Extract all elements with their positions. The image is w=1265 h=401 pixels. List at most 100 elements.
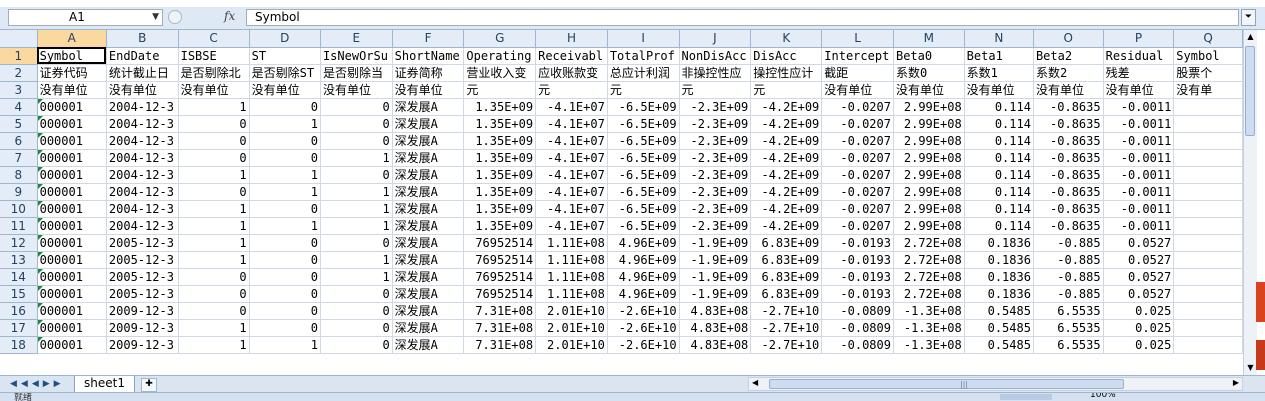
- cancel-circle-icon[interactable]: [168, 10, 182, 24]
- cell[interactable]: -4.2E+09: [750, 183, 823, 201]
- cell[interactable]: [1173, 251, 1243, 269]
- cell[interactable]: 没有单位: [320, 81, 393, 99]
- scroll-right-icon[interactable]: ▶: [1233, 378, 1239, 387]
- cell[interactable]: 0: [320, 166, 393, 184]
- cell[interactable]: -4.2E+09: [750, 217, 823, 235]
- cell[interactable]: 统计截止日: [106, 64, 179, 82]
- cell[interactable]: IsNewOrSu: [320, 47, 393, 65]
- cell[interactable]: -1.3E+08: [893, 302, 965, 320]
- cell[interactable]: 1.35E+09: [463, 132, 537, 150]
- cell[interactable]: -0.0011: [1103, 132, 1175, 150]
- cell[interactable]: 0: [249, 319, 321, 337]
- cell[interactable]: 000001: [37, 183, 107, 201]
- row-header[interactable]: 2: [0, 64, 38, 82]
- cell[interactable]: 000001: [37, 166, 107, 184]
- column-header-l[interactable]: L: [821, 30, 894, 48]
- cell[interactable]: 7.31E+08: [463, 336, 537, 354]
- cell[interactable]: 0.114: [964, 200, 1034, 218]
- cell[interactable]: 0.114: [964, 166, 1034, 184]
- cell[interactable]: 6.5535: [1033, 302, 1104, 320]
- cell[interactable]: DisAcc: [750, 47, 823, 65]
- cell[interactable]: -2.6E+10: [607, 336, 680, 354]
- cell[interactable]: 没有单位: [392, 81, 465, 99]
- cell[interactable]: 2004-12-3: [106, 200, 179, 218]
- cell[interactable]: [1173, 132, 1243, 150]
- row-header[interactable]: 1: [0, 47, 38, 65]
- column-header-p[interactable]: P: [1103, 30, 1175, 48]
- cell[interactable]: 1.35E+09: [463, 166, 537, 184]
- row-header[interactable]: 13: [0, 251, 38, 269]
- cell[interactable]: 0: [320, 115, 393, 133]
- cell[interactable]: 深发展A: [392, 98, 465, 116]
- cell[interactable]: Beta2: [1033, 47, 1104, 65]
- cell[interactable]: 证券代码: [37, 64, 107, 82]
- cell[interactable]: [1173, 302, 1243, 320]
- tab-sheet1[interactable]: sheet1: [74, 376, 135, 393]
- cell[interactable]: -4.1E+07: [535, 115, 608, 133]
- cell[interactable]: 元: [679, 81, 752, 99]
- row-header[interactable]: 6: [0, 132, 38, 150]
- cell[interactable]: -1.9E+09: [679, 285, 752, 303]
- cell[interactable]: -0.0207: [821, 217, 894, 235]
- cell[interactable]: 2.99E+08: [893, 115, 965, 133]
- scroll-up-icon[interactable]: ▲: [1244, 30, 1257, 44]
- cell[interactable]: 没有单位: [37, 81, 107, 99]
- insert-function-icon[interactable]: fx: [224, 9, 235, 23]
- cell[interactable]: [1173, 268, 1243, 286]
- cell[interactable]: 1.35E+09: [463, 115, 537, 133]
- cell[interactable]: 1.11E+08: [535, 251, 608, 269]
- cell[interactable]: -6.5E+09: [607, 149, 680, 167]
- cell[interactable]: 000001: [37, 319, 107, 337]
- cell[interactable]: 1: [178, 319, 250, 337]
- cell[interactable]: 2.99E+08: [893, 132, 965, 150]
- cell[interactable]: 2004-12-3: [106, 183, 179, 201]
- expand-formula-bar-icon[interactable]: ⏷: [1241, 9, 1256, 26]
- cell[interactable]: 000001: [37, 234, 107, 252]
- cell[interactable]: -2.3E+09: [679, 217, 752, 235]
- cell[interactable]: 2.99E+08: [893, 217, 965, 235]
- cell[interactable]: 没有单位: [964, 81, 1034, 99]
- cell[interactable]: 0.0527: [1103, 251, 1175, 269]
- cell[interactable]: -2.3E+09: [679, 98, 752, 116]
- cell[interactable]: 深发展A: [392, 217, 465, 235]
- vertical-scroll-thumb[interactable]: [1245, 46, 1255, 136]
- row-header[interactable]: 7: [0, 149, 38, 167]
- cell[interactable]: -0.0011: [1103, 149, 1175, 167]
- cell[interactable]: 1: [178, 217, 250, 235]
- cell[interactable]: EndDate: [106, 47, 179, 65]
- column-header-n[interactable]: N: [964, 30, 1034, 48]
- cell[interactable]: 0.1836: [964, 234, 1034, 252]
- row-header[interactable]: 14: [0, 268, 38, 286]
- cell[interactable]: 1: [249, 336, 321, 354]
- cell[interactable]: [1173, 285, 1243, 303]
- cell[interactable]: -4.1E+07: [535, 166, 608, 184]
- cell[interactable]: 0: [320, 285, 393, 303]
- cell[interactable]: 1.35E+09: [463, 98, 537, 116]
- cell[interactable]: -0.8635: [1033, 183, 1104, 201]
- cell[interactable]: 0: [249, 251, 321, 269]
- cell[interactable]: 1: [178, 234, 250, 252]
- cell[interactable]: 是否剔除ST: [249, 64, 321, 82]
- cell[interactable]: Receivabl: [535, 47, 608, 65]
- cell[interactable]: 1: [320, 251, 393, 269]
- cell[interactable]: 2.72E+08: [893, 285, 965, 303]
- column-header-k[interactable]: K: [750, 30, 823, 48]
- horizontal-scrollbar[interactable]: ◀ ||| ▶: [748, 377, 1243, 391]
- cell[interactable]: 是否剔除北: [178, 64, 250, 82]
- cell[interactable]: 2009-12-3: [106, 336, 179, 354]
- cell[interactable]: 6.83E+09: [750, 234, 823, 252]
- cell[interactable]: -1.3E+08: [893, 319, 965, 337]
- cell[interactable]: 元: [750, 81, 823, 99]
- cell[interactable]: -0.0193: [821, 234, 894, 252]
- cell[interactable]: 000001: [37, 251, 107, 269]
- cell[interactable]: 0.114: [964, 183, 1034, 201]
- cell[interactable]: Residual: [1103, 47, 1175, 65]
- cell[interactable]: 1: [178, 98, 250, 116]
- cell[interactable]: 证券简称: [392, 64, 465, 82]
- cell[interactable]: 没有单位: [1033, 81, 1104, 99]
- cell[interactable]: 1: [320, 200, 393, 218]
- cell[interactable]: 0: [320, 234, 393, 252]
- cell[interactable]: -0.0809: [821, 302, 894, 320]
- cell[interactable]: -0.0011: [1103, 200, 1175, 218]
- cell[interactable]: 0.5485: [964, 319, 1034, 337]
